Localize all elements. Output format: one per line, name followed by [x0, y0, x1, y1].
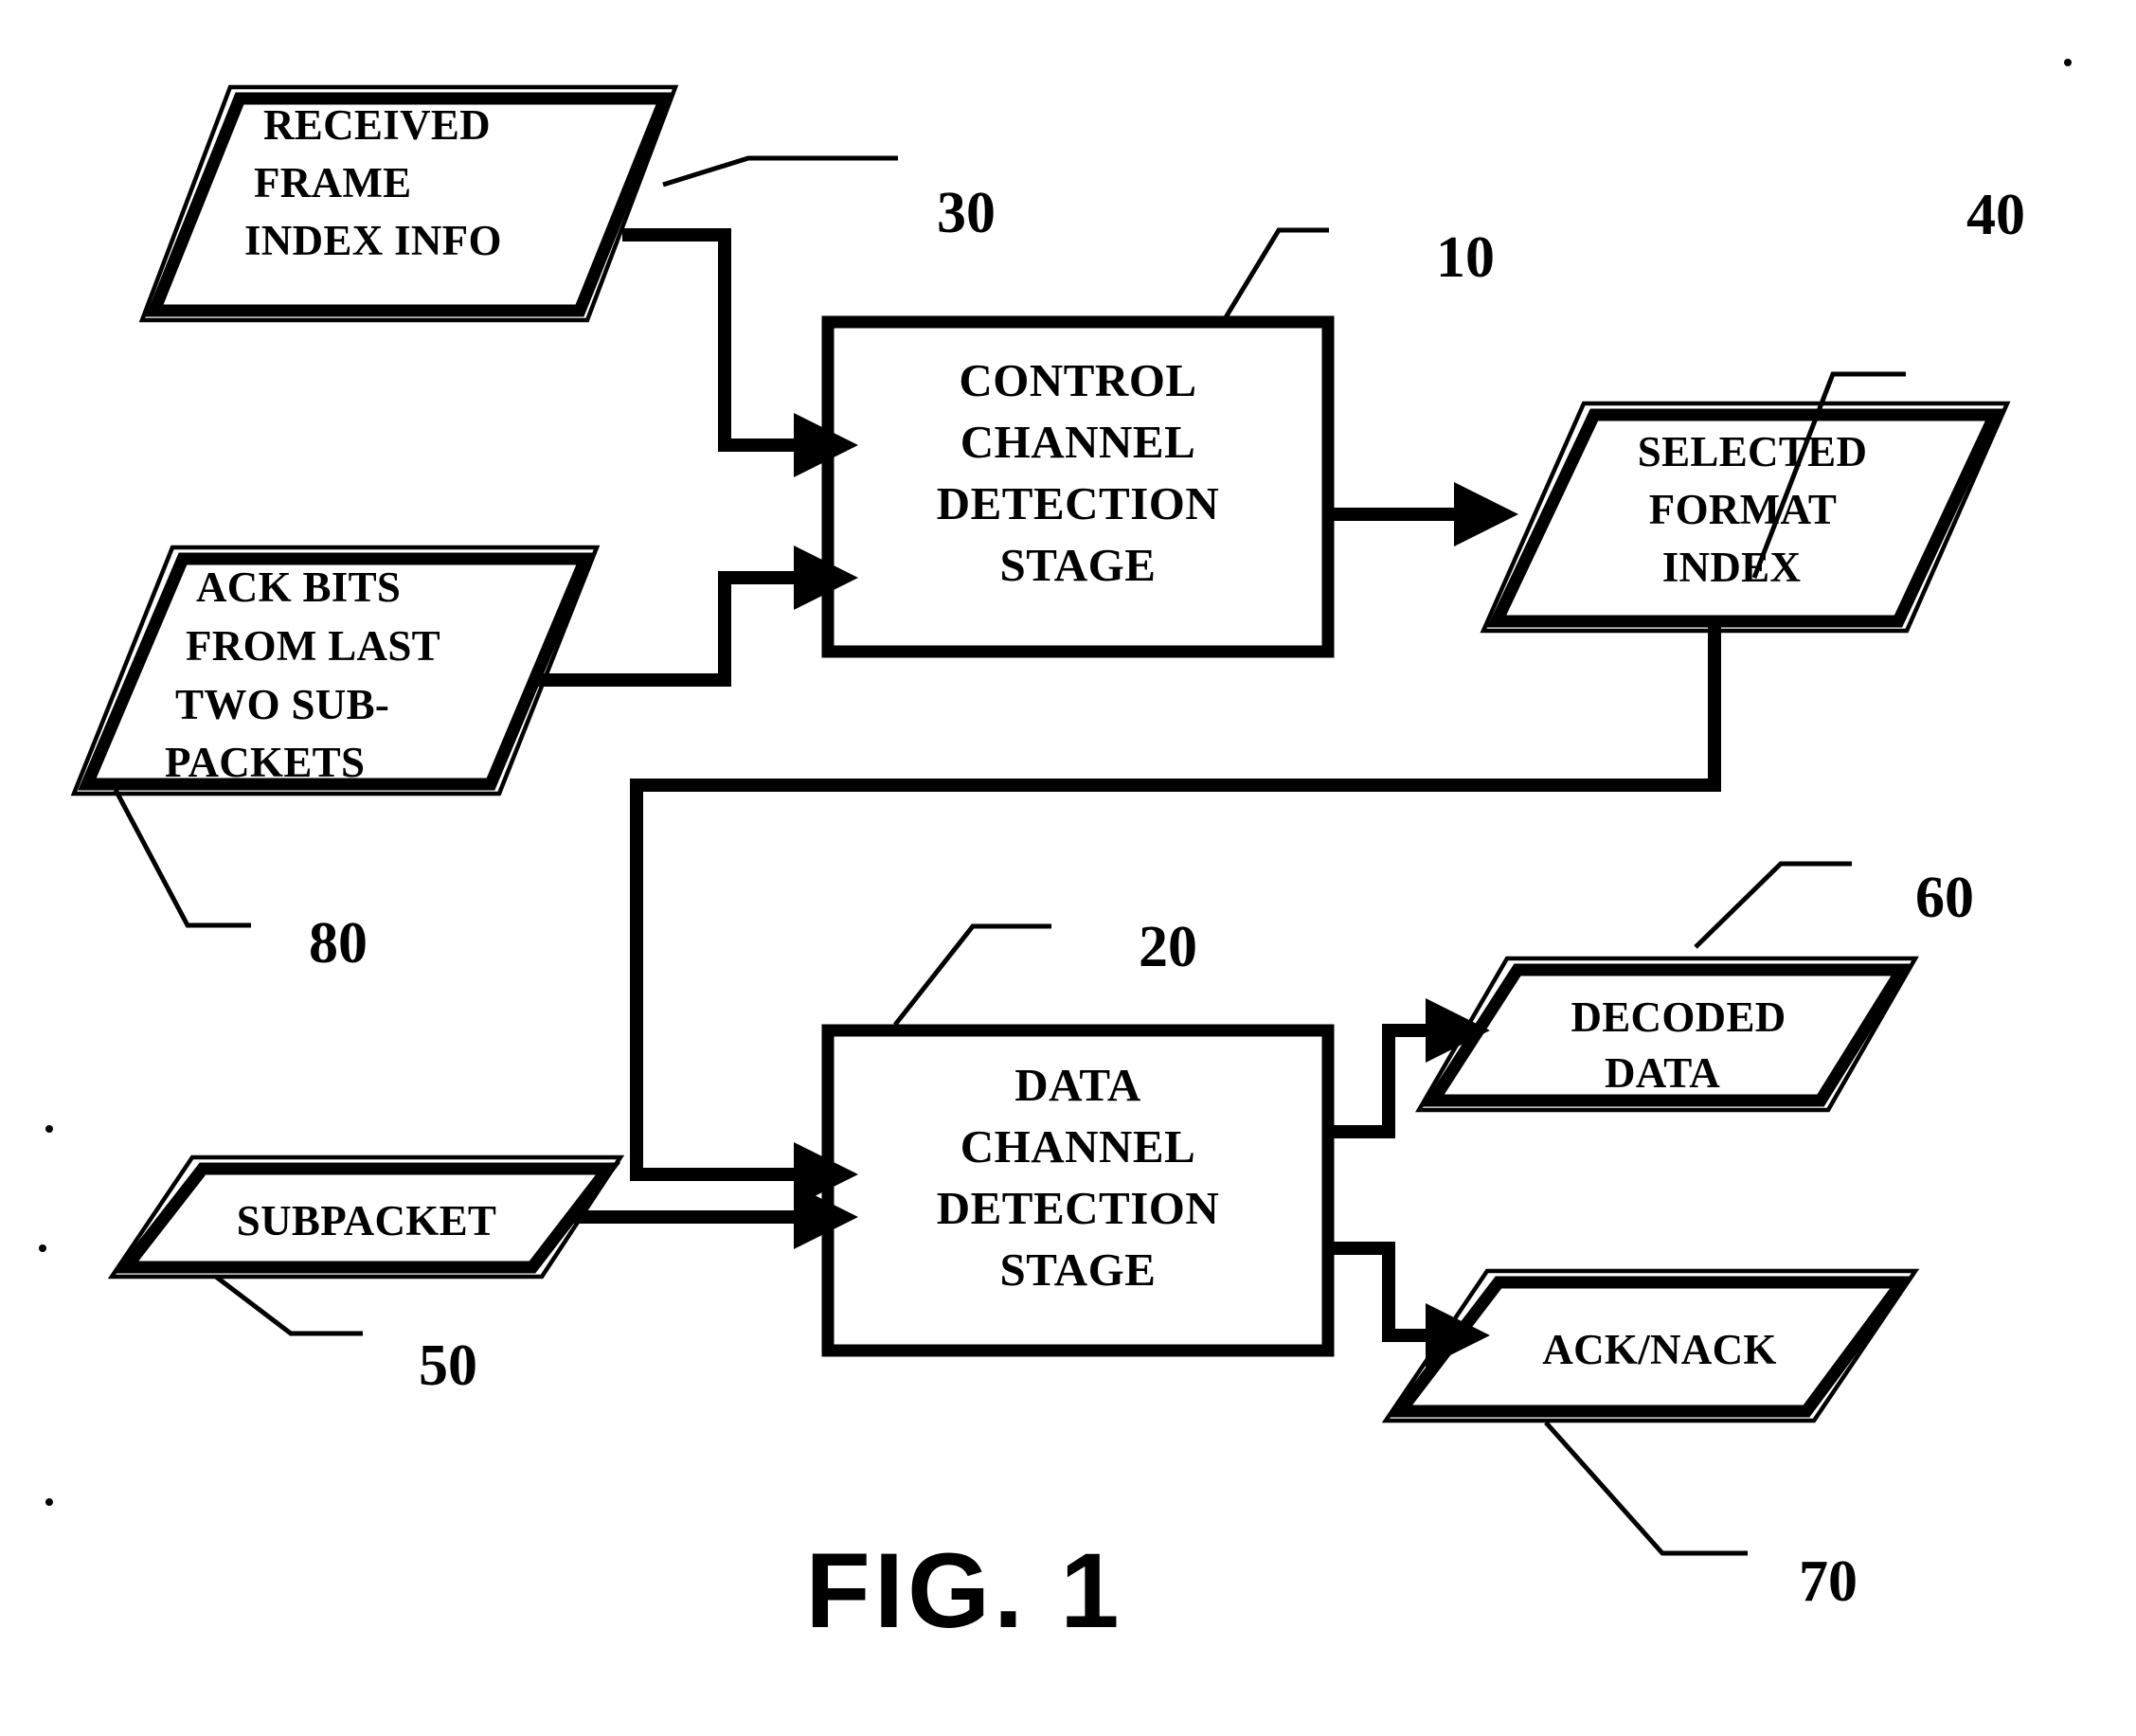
- data-channel-line-3: DETECTION: [937, 1182, 1220, 1234]
- leader-line-10: [1217, 227, 1329, 329]
- edge-control-to-selected-format: [1328, 482, 1518, 546]
- edge-decoded-data-path: [1328, 1024, 1442, 1138]
- control-channel-line-4: STAGE: [1000, 539, 1157, 591]
- subpacket-line-1: SUBPACKET: [237, 1197, 496, 1244]
- ref-numeral-20: 20: [1139, 915, 1197, 979]
- selected-format-line-2: FORMAT: [1649, 486, 1837, 533]
- node-decoded-data: DECODED DATA: [1415, 956, 1919, 1113]
- node-control-channel-detection-stage: CONTROL CHANNEL DETECTION STAGE: [821, 315, 1335, 658]
- node-data-channel-detection-stage: DATA CHANNEL DETECTION STAGE: [821, 1024, 1335, 1357]
- edge-selected-format-path: [630, 627, 1721, 1181]
- received-frame-line-1: RECEIVED: [263, 101, 491, 149]
- received-frame-line-2: FRAME: [254, 159, 411, 206]
- figure-1-diagram: RECEIVED FRAME INDEX INFO 30 ACK BITS FR…: [39, 59, 2072, 1650]
- scan-speck-3: [45, 1498, 53, 1506]
- ack-bits-line-2: FROM LAST: [186, 622, 440, 670]
- edge-ack-nack-path: [1328, 1242, 1442, 1342]
- control-channel-line-2: CHANNEL: [960, 416, 1196, 468]
- ref-numeral-30: 30: [937, 181, 996, 245]
- ack-bits-line-3: TWO SUB-: [175, 681, 389, 728]
- scan-speck-2: [39, 1244, 46, 1252]
- selected-format-line-1: SELECTED: [1638, 428, 1868, 475]
- ref-numeral-40: 40: [1966, 183, 2025, 247]
- control-channel-line-1: CONTROL: [959, 354, 1196, 406]
- decoded-data-line-1: DECODED: [1571, 993, 1786, 1041]
- leader-line-50: [214, 1275, 363, 1336]
- decoded-data-line-2: DATA: [1605, 1049, 1720, 1097]
- leader-line-80: [113, 788, 251, 928]
- node-ack-bits: ACK BITS FROM LAST TWO SUB- PACKETS: [70, 545, 601, 796]
- node-selected-format-index: SELECTED FORMAT INDEX: [1480, 401, 2011, 634]
- leader-line-20: [893, 923, 1051, 1027]
- leader-line-60: [1694, 861, 1852, 949]
- received-frame-line-3: INDEX INFO: [244, 217, 502, 264]
- ack-bits-line-1: ACK BITS: [196, 564, 401, 611]
- ack-bits-line-4: PACKETS: [165, 739, 365, 786]
- node-received-frame-index-info: RECEIVED FRAME INDEX INFO: [138, 84, 679, 323]
- control-channel-line-3: DETECTION: [937, 477, 1220, 529]
- ref-numeral-80: 80: [309, 911, 368, 975]
- leader-line-30: [662, 155, 898, 188]
- scan-speck-1: [45, 1125, 53, 1133]
- selected-format-line-3: INDEX: [1662, 544, 1802, 591]
- ref-numeral-60: 60: [1915, 866, 1974, 930]
- scan-speck-4: [2064, 59, 2072, 66]
- leader-line-70: [1544, 1421, 1748, 1556]
- data-channel-line-2: CHANNEL: [960, 1120, 1196, 1172]
- ref-numeral-10: 10: [1436, 225, 1495, 290]
- arrowhead-selected-format: [1454, 482, 1518, 546]
- edge-data-channel-to-ack-nack: [1328, 1242, 1490, 1368]
- ref-numeral-70: 70: [1799, 1549, 1858, 1614]
- data-channel-line-1: DATA: [1014, 1059, 1141, 1111]
- ref-numeral-50: 50: [419, 1333, 477, 1398]
- figure-caption: FIG. 1: [805, 1531, 1122, 1650]
- data-channel-line-4: STAGE: [1000, 1244, 1157, 1296]
- patent-figure-page: RECEIVED FRAME INDEX INFO 30 ACK BITS FR…: [0, 0, 2136, 1736]
- edge-received-frame-path: [622, 228, 810, 452]
- node-subpacket: SUBPACKET: [107, 1154, 625, 1280]
- ack-nack-line-1: ACK/NACK: [1542, 1326, 1776, 1373]
